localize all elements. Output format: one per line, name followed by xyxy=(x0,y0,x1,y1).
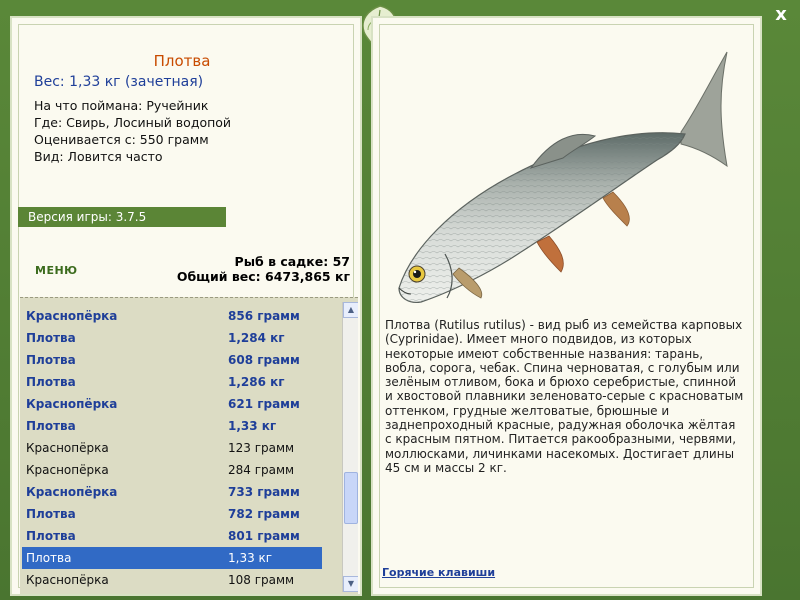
list-scrollbar[interactable]: ▲ ▼ xyxy=(342,302,358,592)
detail-label: Вид: xyxy=(34,149,64,164)
fish-count: Рыб в садке: 57 xyxy=(234,254,350,269)
fish-description-panel: Плотва (Rutilus rutilus) - вид рыб из се… xyxy=(371,16,762,596)
detail-label: Оценивается с: xyxy=(34,132,136,147)
detail-value: Ловится часто xyxy=(67,149,163,164)
catch-title: Плотва xyxy=(153,52,211,70)
list-item[interactable]: Плотва 782 грамм xyxy=(22,503,322,525)
catch-weight: Вес: 1,33 кг (зачетная) xyxy=(34,74,204,90)
catch-info-panel: Плотва Вес: 1,33 кг (зачетная) На что по… xyxy=(10,16,362,596)
list-item[interactable]: Краснопёрка 108 грамм xyxy=(22,569,322,591)
list-item[interactable]: Краснопёрка 733 грамм xyxy=(22,481,322,503)
list-item[interactable]: Краснопёрка 284 грамм xyxy=(22,459,322,481)
fish-name: Плотва xyxy=(26,507,76,521)
fish-name: Плотва xyxy=(26,331,76,345)
scroll-down-icon[interactable]: ▼ xyxy=(343,576,358,592)
list-item[interactable]: Краснопёрка 856 грамм xyxy=(22,305,322,327)
fish-weight: 123 грамм xyxy=(228,441,295,455)
fish-weight: 1,286 кг xyxy=(228,375,285,389)
detail-value: Ручейник xyxy=(146,98,209,113)
total-weight: Общий вес: 6473,865 кг xyxy=(176,269,350,284)
detail-value: 550 грамм xyxy=(139,132,209,147)
fish-name: Краснопёрка xyxy=(26,309,118,323)
list-item[interactable]: Плотва 608 грамм xyxy=(22,349,322,371)
list-item[interactable]: Краснопёрка 123 грамм xyxy=(22,437,322,459)
close-button[interactable]: x xyxy=(770,4,792,26)
catch-list[interactable]: Краснопёрка 856 грамм Плотва 1,284 кг Плот… xyxy=(20,297,358,594)
fish-weight: 1,284 кг xyxy=(228,331,285,345)
fish-name: Краснопёрка xyxy=(26,463,109,477)
fish-weight: 1,33 кг xyxy=(228,419,277,433)
fish-weight: 782 грамм xyxy=(228,507,300,521)
detail-threshold: Оценивается с: 550 грамм xyxy=(34,131,231,148)
fish-description: Плотва (Rutilus rutilus) - вид рыб из се… xyxy=(385,318,744,475)
fish-weight: 608 грамм xyxy=(228,353,300,367)
scroll-thumb[interactable] xyxy=(344,472,358,524)
fish-weight: 733 грамм xyxy=(228,485,300,499)
list-item[interactable]: Плотва 1,33 кг xyxy=(22,547,322,569)
detail-label: На что поймана: xyxy=(34,98,143,113)
fish-weight: 856 грамм xyxy=(228,309,300,323)
fish-weight: 108 грамм xyxy=(228,573,295,587)
fish-name: Краснопёрка xyxy=(26,573,109,587)
detail-label: Где: xyxy=(34,115,63,130)
fish-weight: 801 грамм xyxy=(228,529,300,543)
fish-name: Плотва xyxy=(26,353,76,367)
detail-location: Где: Свирь, Лосиный водопой xyxy=(34,114,231,131)
list-item[interactable]: Краснопёрка 621 грамм xyxy=(22,393,322,415)
fish-name: Плотва xyxy=(26,551,72,565)
roach-fish-illustration xyxy=(398,51,728,303)
list-item[interactable]: Плотва 1,33 кг xyxy=(22,415,322,437)
fish-name: Плотва xyxy=(26,419,76,433)
fish-weight: 621 грамм xyxy=(228,397,300,411)
catch-details: На что поймана: Ручейник Где: Свирь, Лос… xyxy=(34,97,231,165)
list-item[interactable]: Плотва 1,284 кг xyxy=(22,327,322,349)
fish-weight: 284 грамм xyxy=(228,463,295,477)
hotkeys-link[interactable]: Горячие клавиши xyxy=(382,566,495,579)
list-item[interactable]: Плотва 1,286 кг xyxy=(22,371,322,393)
game-version-bar: Версия игры: 3.7.5 xyxy=(18,207,226,227)
fish-name: Краснопёрка xyxy=(26,441,109,455)
detail-bait: На что поймана: Ручейник xyxy=(34,97,231,114)
list-item[interactable]: Плотва 801 грамм xyxy=(22,525,322,547)
menu-button[interactable]: МЕНЮ xyxy=(35,264,78,277)
fish-name: Краснопёрка xyxy=(26,397,118,411)
fish-name: Краснопёрка xyxy=(26,485,118,499)
keepnet-stats: Рыб в садке: 57 Общий вес: 6473,865 кг xyxy=(177,254,350,284)
detail-value: Свирь, Лосиный водопой xyxy=(66,115,232,130)
scroll-up-icon[interactable]: ▲ xyxy=(343,302,358,318)
fish-name: Плотва xyxy=(26,529,76,543)
detail-frequency: Вид: Ловится часто xyxy=(34,148,231,165)
fish-name: Плотва xyxy=(26,375,76,389)
fish-weight: 1,33 кг xyxy=(228,551,273,565)
